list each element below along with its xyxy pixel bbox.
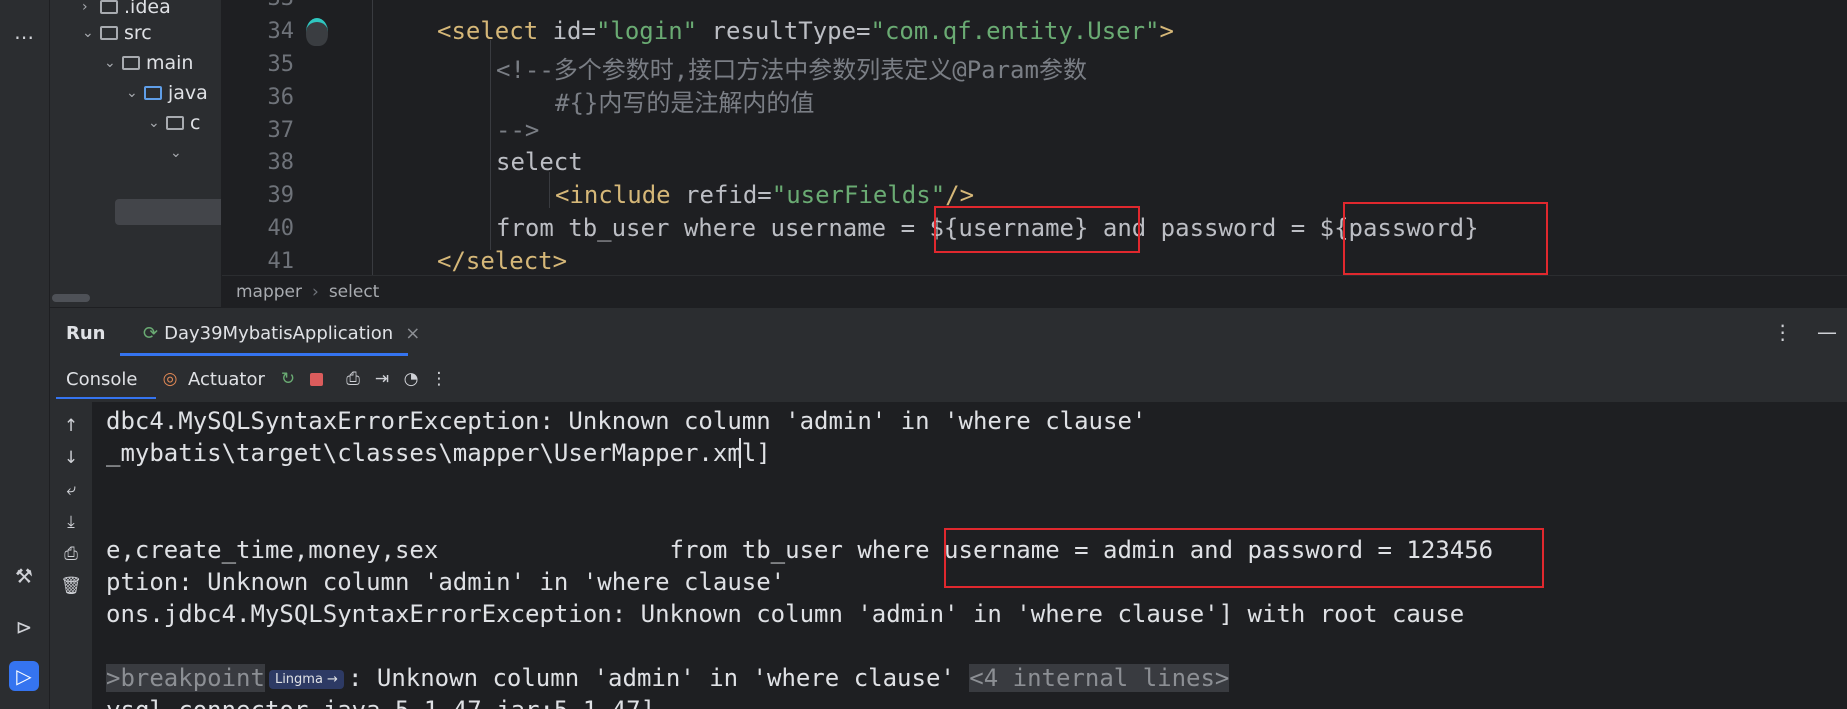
lingma-badge[interactable]: Lingma →	[268, 669, 344, 689]
code-line-38: select	[496, 148, 583, 176]
tree-item[interactable]: ⌄	[170, 140, 188, 166]
tab-actuator[interactable]: Actuator	[188, 369, 265, 390]
stop-icon[interactable]	[304, 367, 328, 391]
tree-horizontal-scrollbar[interactable]	[52, 294, 90, 302]
code-line-34: <select id="login" resultType="com.qf.en…	[437, 17, 1174, 45]
close-tab-icon[interactable]: ×	[405, 323, 420, 344]
console-line: ysql.connector.java.5.1.47.jar:5.1.47]	[106, 696, 655, 709]
console-output[interactable]: dbc4.MySQLSyntaxErrorException: Unknown …	[92, 402, 1847, 709]
chevron-icon[interactable]: ⌄	[104, 55, 122, 71]
code-line-39: <include refid="userFields"/>	[555, 181, 975, 209]
tree-item-label: .idea	[124, 0, 171, 18]
breakpoint-link[interactable]: >breakpoint	[106, 664, 265, 692]
breadcrumb-item-select[interactable]: select	[329, 282, 380, 302]
console-line: >breakpoint Lingma →: Unknown column 'adm…	[106, 664, 1230, 692]
tree-item-label: main	[146, 52, 194, 74]
scroll-to-end-icon[interactable]: ⤓	[59, 510, 83, 534]
highlight-box-sql	[944, 528, 1544, 588]
tree-item[interactable]: ⌄ java	[126, 80, 208, 106]
line-number: 33	[222, 0, 295, 11]
run-panel-header: Run ⟳ Day39MybatisApplication × ⋮ —	[50, 307, 1847, 358]
tab-console-underline	[56, 397, 156, 399]
console-line: _mybatis\target\classes\mapper\UserMappe…	[106, 439, 771, 467]
highlight-box-username	[934, 206, 1140, 253]
export-icon[interactable]: ⇥	[370, 367, 394, 391]
spring-boot-icon: ⟳	[143, 322, 159, 344]
tree-item[interactable]: ⌄ src	[82, 20, 152, 46]
line-gutter: 33 34 35 36 37 38 39 40 41	[222, 0, 372, 275]
code-line-36: #{}内写的是注解内的值	[555, 89, 815, 117]
actuator-icon: ◎	[162, 369, 178, 389]
chevron-icon[interactable]: ⌄	[82, 25, 100, 41]
folder-icon	[100, 26, 118, 40]
line-number: 36	[267, 85, 295, 110]
code-editor[interactable]: 33 34 35 36 37 38 39 40 41 <select id="login" re…	[222, 0, 1847, 275]
code-line-35: <!--多个参数时,接口方法中参数列表定义@Param参数	[496, 56, 1087, 84]
chevron-icon[interactable]: ⌄	[170, 145, 188, 161]
tree-selected-row[interactable]	[115, 199, 221, 225]
folder-icon	[122, 56, 140, 70]
active-tab-indicator	[120, 353, 408, 356]
code-line-41: </select>	[437, 247, 568, 275]
code-line-37: -->	[496, 116, 540, 144]
line-number: 40	[267, 216, 295, 241]
run-tool-icon[interactable]: ▷	[9, 661, 39, 691]
tree-item-label: java	[168, 82, 208, 104]
chevron-icon[interactable]: ⌄	[126, 85, 144, 101]
indent-guide	[490, 40, 491, 250]
run-config-tab[interactable]: ⟳ Day39MybatisApplication ×	[131, 316, 432, 350]
line-number: 41	[267, 249, 295, 274]
console-toolbar: Console ◎ Actuator ↻ ⎙ ⇥ ◔ ⋮	[50, 357, 1847, 403]
print-icon[interactable]: ⎙	[59, 542, 83, 566]
build-hammer-icon[interactable]: ⚒	[9, 561, 39, 591]
console-side-toolbar: ↑ ↓ ⤶ ⤓ ⎙ 🗑	[50, 402, 92, 709]
folder-icon	[166, 116, 184, 130]
clear-trash-icon[interactable]: 🗑	[59, 574, 83, 598]
tree-item[interactable]: › .idea	[82, 0, 171, 20]
line-number: 37	[267, 118, 295, 143]
tree-item[interactable]: ⌄ main	[104, 50, 193, 76]
profiler-icon[interactable]: ◔	[399, 367, 423, 391]
tree-item-label: src	[124, 22, 152, 44]
console-line: ption: Unknown column 'admin' in 'where …	[106, 568, 786, 596]
camera-icon[interactable]: ⎙	[341, 367, 365, 391]
run-panel-title: Run	[66, 323, 106, 344]
scroll-up-icon[interactable]: ↑	[59, 414, 83, 438]
tree-item-label: c	[190, 112, 201, 134]
line-number: 34	[267, 19, 295, 44]
services-icon[interactable]: ⊳	[9, 612, 39, 642]
line-number: 35	[267, 52, 295, 77]
breadcrumb-item-mapper[interactable]: mapper	[236, 282, 302, 302]
text-cursor	[739, 438, 741, 468]
breadcrumb-separator-icon: ›	[312, 281, 319, 302]
minimize-icon[interactable]: —	[1817, 320, 1837, 344]
tab-console[interactable]: Console	[66, 369, 137, 390]
folder-icon	[144, 86, 162, 100]
more-options-icon[interactable]: ⋮	[1773, 320, 1793, 344]
activity-bar: ⋯ ⚒ ⊳ ▷	[0, 0, 50, 709]
chevron-icon[interactable]: ›	[82, 0, 100, 15]
line-number: 38	[267, 150, 295, 175]
internal-lines-fold[interactable]: <4 internal lines>	[969, 664, 1230, 692]
console-line: dbc4.MySQLSyntaxErrorException: Unknown …	[106, 407, 1147, 435]
indent-guide	[372, 0, 373, 275]
tree-item[interactable]: ⌄ c	[148, 110, 200, 136]
soft-wrap-icon[interactable]: ⤶	[59, 478, 83, 502]
more-icon[interactable]: ⋯	[9, 22, 39, 52]
breadcrumb: mapper › select	[222, 275, 1847, 307]
console-line: ons.jdbc4.MySQLSyntaxErrorException: Unk…	[106, 600, 1465, 628]
project-tree: › .idea ⌄ src ⌄ main ⌄ java ⌄ c ⌄	[50, 0, 221, 307]
chevron-icon[interactable]: ⌄	[148, 115, 166, 131]
run-panel-actions: ⋮ —	[1773, 320, 1837, 344]
run-config-tab-label: Day39MybatisApplication	[164, 322, 394, 344]
rerun-icon[interactable]: ↻	[276, 367, 300, 391]
folder-icon	[100, 0, 118, 14]
line-number: 39	[267, 183, 295, 208]
more-toolbar-icon[interactable]: ⋮	[427, 367, 451, 391]
scroll-down-icon[interactable]: ↓	[59, 446, 83, 470]
highlight-box-password	[1343, 202, 1548, 275]
indent-guide	[549, 172, 550, 208]
ai-avatar-icon[interactable]	[306, 18, 328, 46]
